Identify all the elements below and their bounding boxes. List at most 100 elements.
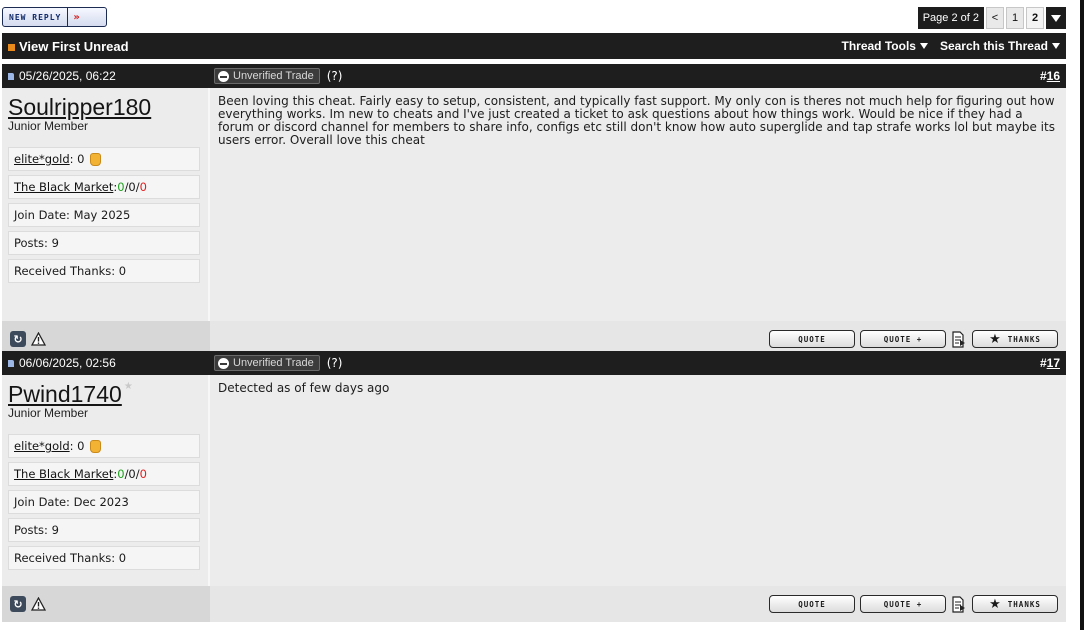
- reputation-icon[interactable]: ↻: [10, 596, 26, 612]
- view-first-unread-link[interactable]: View First Unread: [2, 39, 129, 54]
- user-title: Junior Member: [8, 406, 89, 420]
- black-market-link[interactable]: The Black Market: [14, 467, 113, 481]
- post-date-text: 06/06/2025, 02:56: [19, 356, 116, 370]
- posts-count-box: Posts: 9: [8, 231, 200, 255]
- black-market-link[interactable]: The Black Market: [14, 180, 113, 194]
- thanks-button[interactable]: ★ THANKS: [972, 330, 1058, 348]
- received-thanks-box: Received Thanks: 0: [8, 546, 200, 570]
- thanks-label: THANKS: [1007, 599, 1041, 609]
- post-icon: [8, 359, 14, 367]
- username-link[interactable]: Soulripper180: [8, 94, 151, 120]
- post-date: 06/06/2025, 02:56: [2, 356, 210, 370]
- market-positive: 0: [117, 180, 125, 194]
- multi-quote-button[interactable]: QUOTE +: [860, 330, 946, 348]
- post-header: 05/26/2025, 06:22 Unverified Trade (?) #…: [2, 64, 1066, 88]
- post-number-prefix: #: [1039, 356, 1047, 370]
- multiquote-icon[interactable]: [951, 330, 967, 348]
- new-reply-label: NEW REPLY: [3, 8, 69, 26]
- received-thanks-box: Received Thanks: 0: [8, 259, 200, 283]
- post-17: 06/06/2025, 02:56 Unverified Trade (?) #…: [2, 351, 1066, 622]
- post-permalink[interactable]: 17: [1047, 356, 1060, 370]
- minus-circle-icon: [218, 357, 229, 369]
- market-neutral: /0/: [124, 467, 140, 481]
- new-reply-button[interactable]: NEW REPLY »: [2, 7, 107, 27]
- quote-button[interactable]: QUOTE: [769, 330, 855, 348]
- user-info-panel: Pwind1740 ★ Junior Member elite*gold: 0 T…: [2, 375, 210, 586]
- post-icon: [8, 72, 14, 80]
- reputation-icon[interactable]: ↻: [10, 331, 26, 347]
- market-neutral: /0/: [124, 180, 140, 194]
- elite-gold-value: : 0: [69, 152, 85, 166]
- multi-quote-button[interactable]: QUOTE +: [860, 595, 946, 613]
- elite-gold-box: elite*gold: 0: [8, 434, 200, 458]
- pagination: Page 2 of 2 < 1 2: [917, 7, 1066, 29]
- double-chevron-right-icon: »: [73, 11, 80, 23]
- page-current-2: 2: [1026, 7, 1044, 29]
- page-count-label: Page 2 of 2: [917, 7, 984, 29]
- page-right-border: [1080, 0, 1084, 630]
- market-negative: 0: [139, 467, 147, 481]
- caret-down-icon: [1051, 14, 1061, 22]
- multiquote-icon[interactable]: [951, 595, 967, 613]
- badge-label: Unverified Trade: [233, 357, 314, 369]
- post-actions: QUOTE QUOTE + ★ THANKS: [210, 586, 1066, 622]
- star-icon: ★: [123, 381, 133, 392]
- page-jump-dropdown[interactable]: [1046, 7, 1066, 29]
- unread-icon: [8, 43, 15, 51]
- post-header: 06/06/2025, 02:56 Unverified Trade (?) #…: [2, 351, 1066, 375]
- black-market-box: The Black Market: 0/0/0: [8, 462, 200, 486]
- thanks-button[interactable]: ★ THANKS: [972, 595, 1058, 613]
- elite-gold-value: : 0: [69, 439, 85, 453]
- post-footer: ↻ QUOTE QUOTE + ★ THANKS: [2, 586, 1066, 622]
- post-body: Soulripper180 Junior Member elite*gold: …: [2, 88, 1066, 321]
- market-negative: 0: [139, 180, 147, 194]
- post-permalink[interactable]: 16: [1047, 69, 1060, 83]
- market-positive: 0: [117, 467, 125, 481]
- post-body: Pwind1740 ★ Junior Member elite*gold: 0 T…: [2, 375, 1066, 586]
- thanks-label: THANKS: [1007, 334, 1041, 344]
- minus-circle-icon: [218, 70, 229, 82]
- thread-tools-menu[interactable]: Thread Tools: [842, 39, 928, 53]
- page-link-1[interactable]: 1: [1006, 7, 1024, 29]
- report-warning-icon[interactable]: [30, 596, 46, 612]
- user-info-panel: Soulripper180 Junior Member elite*gold: …: [2, 88, 210, 321]
- prev-page-button[interactable]: <: [986, 7, 1004, 29]
- help-link[interactable]: (?): [327, 69, 343, 83]
- join-date-box: Join Date: Dec 2023: [8, 490, 200, 514]
- elite-gold-link[interactable]: elite*gold: [14, 439, 70, 453]
- post-message: Been loving this cheat. Fairly easy to s…: [210, 88, 1066, 321]
- gold-hand-icon: [89, 439, 101, 453]
- caret-down-icon: [919, 43, 928, 49]
- unverified-trade-badge: Unverified Trade: [214, 68, 320, 84]
- post-16: 05/26/2025, 06:22 Unverified Trade (?) #…: [2, 64, 1066, 357]
- quote-button[interactable]: QUOTE: [769, 595, 855, 613]
- username-link[interactable]: Pwind1740: [8, 381, 122, 407]
- posts-count-box: Posts: 9: [8, 518, 200, 542]
- post-number: #17: [1040, 351, 1060, 375]
- post-date-text: 05/26/2025, 06:22: [19, 69, 116, 83]
- elite-gold-box: elite*gold: 0: [8, 147, 200, 171]
- gold-hand-icon: [89, 152, 101, 166]
- report-warning-icon[interactable]: [30, 331, 46, 347]
- post-date: 05/26/2025, 06:22: [2, 69, 210, 83]
- unverified-trade-badge: Unverified Trade: [214, 355, 320, 371]
- caret-down-icon: [1052, 43, 1060, 49]
- black-market-box: The Black Market: 0/0/0: [8, 175, 200, 199]
- view-first-unread-label: View First Unread: [19, 38, 129, 54]
- thread-toolbar: View First Unread Thread Tools Search th…: [2, 33, 1066, 59]
- help-link[interactable]: (?): [327, 356, 343, 370]
- post-number-prefix: #: [1039, 69, 1047, 83]
- badge-label: Unverified Trade: [233, 70, 314, 82]
- search-thread-menu[interactable]: Search this Thread: [940, 39, 1060, 53]
- post-footer-left: ↻: [2, 586, 210, 622]
- thread-tools-label: Thread Tools: [841, 39, 916, 53]
- join-date-box: Join Date: May 2025: [8, 203, 200, 227]
- post-message: Detected as of few days ago: [210, 375, 1066, 586]
- search-thread-label: Search this Thread: [939, 39, 1048, 53]
- top-toolbar: NEW REPLY » Page 2 of 2 < 1 2: [2, 7, 1066, 29]
- elite-gold-link[interactable]: elite*gold: [14, 152, 70, 166]
- star-icon: ★: [989, 596, 1002, 612]
- post-number: #16: [1040, 64, 1060, 88]
- user-title: Junior Member: [8, 119, 89, 133]
- star-icon: ★: [989, 331, 1002, 347]
